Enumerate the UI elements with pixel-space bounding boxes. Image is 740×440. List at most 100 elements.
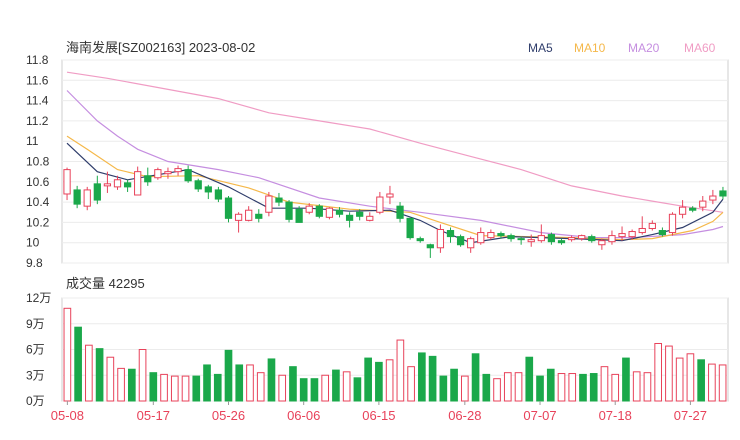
candle [416, 236, 424, 243]
ma60-line [66, 71, 724, 213]
candle-body [426, 244, 434, 249]
candle [406, 217, 414, 240]
candle [366, 212, 374, 222]
candle-body [144, 175, 152, 183]
candle-body [184, 169, 192, 182]
volume-bar [503, 372, 512, 402]
candle [164, 167, 172, 179]
volume-bar [203, 364, 211, 402]
volume-bar [546, 368, 555, 402]
volume-title: 成交量 42295 [66, 276, 145, 291]
volume-bar [160, 373, 168, 402]
candle [598, 238, 606, 250]
legend-ma20: MA20 [628, 41, 660, 55]
candle-body [366, 215, 374, 221]
volume-bar [697, 359, 705, 402]
candle-body [487, 232, 495, 239]
candle-body [305, 205, 313, 213]
candle-body [214, 189, 223, 200]
candle [154, 167, 162, 180]
volume-bar [643, 372, 652, 402]
price-tick-label: 10.2 [26, 215, 50, 229]
candle [426, 243, 434, 258]
candle-body [638, 227, 646, 234]
candle-body [123, 182, 132, 188]
volume-bar [138, 349, 147, 402]
volume-tick-label: 6万 [26, 343, 45, 357]
moving-average-lines [66, 71, 724, 244]
candle-body [527, 239, 535, 243]
volume-bar [589, 373, 598, 402]
price-tick-label: 11.4 [26, 94, 49, 108]
candle-body [63, 169, 71, 195]
candle-body [174, 168, 182, 173]
candle [214, 186, 223, 203]
candle-body [467, 238, 475, 249]
volume-bar [224, 349, 233, 402]
volume-bar [493, 378, 501, 402]
candle [436, 224, 445, 253]
price-tick-label: 11.6 [26, 73, 49, 87]
candle-body [325, 207, 334, 218]
candle [376, 191, 384, 215]
volume-bar [665, 345, 673, 402]
candle-body [477, 232, 485, 244]
candle [73, 185, 81, 209]
price-tick-label: 10.6 [26, 175, 50, 189]
candle-body [719, 190, 727, 197]
candle [386, 185, 394, 205]
candle [63, 167, 71, 201]
candle [567, 235, 576, 242]
candle-body [164, 171, 172, 175]
volume-bar [85, 344, 93, 402]
price-tick-label: 10.4 [26, 195, 50, 209]
price-tick-label: 9.8 [26, 256, 43, 270]
volume-bar [632, 371, 641, 402]
price-tick-label: 10.8 [26, 155, 50, 169]
volume-tick-label: 0万 [26, 394, 45, 408]
volume-bar [106, 356, 115, 402]
stock-chart-panel: 海南发展[SZ002163] 2023-08-02 成交量 42295 MA5 M… [0, 0, 740, 440]
volume-bar [471, 353, 480, 402]
candle [144, 167, 152, 186]
volume-tick-label: 3万 [26, 368, 45, 382]
candle-body [93, 183, 101, 201]
candle-body [507, 235, 515, 240]
date-tick-label: 07-18 [599, 408, 632, 423]
candle [275, 192, 283, 207]
candle-body [265, 195, 273, 213]
candle-body [386, 193, 394, 198]
candle-body [547, 234, 556, 243]
candle-body [557, 240, 566, 244]
volume-bar [611, 373, 620, 402]
volume-bar [267, 358, 276, 402]
candle-body [689, 207, 697, 211]
candle [477, 227, 485, 245]
candle [255, 209, 263, 223]
candle [578, 234, 586, 241]
candle [265, 191, 273, 217]
volume-bar [514, 372, 523, 402]
candle-body [497, 233, 505, 237]
volume-bar [579, 373, 587, 402]
candle-body [103, 183, 112, 187]
date-tick-label: 07-07 [523, 408, 556, 423]
ma-legend: MA5 MA10 MA20 MA60 [528, 41, 716, 55]
volume-bar [192, 375, 201, 402]
candle-body [356, 211, 364, 217]
candle [668, 212, 677, 236]
volume-bar [321, 374, 330, 402]
volume-bar [353, 377, 362, 402]
volume-bar [708, 363, 716, 402]
candle [467, 236, 475, 253]
ma20-line [66, 90, 724, 239]
candle-body [376, 196, 384, 213]
candle-body [154, 169, 162, 179]
candle [285, 200, 293, 223]
legend-ma60: MA60 [684, 41, 716, 55]
volume-bar [396, 339, 405, 402]
candle-body [517, 238, 525, 241]
candle [446, 227, 455, 243]
chart-title: 海南发展[SZ002163] 2023-08-02 [66, 40, 255, 55]
volume-bar [95, 348, 104, 402]
